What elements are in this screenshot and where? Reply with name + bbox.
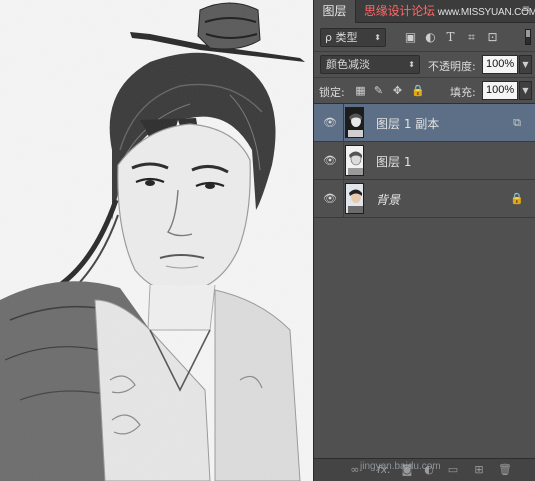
- panel-tab-bar: 图层 思缘设计论坛 www.MISSYUAN.COM ≡: [314, 0, 535, 23]
- layer-row-background[interactable]: 👁 背景 🔒: [314, 180, 535, 218]
- layers-panel: 图层 思缘设计论坛 www.MISSYUAN.COM ≡ ρ 类型 ⬍ ▣ ◐ …: [313, 0, 535, 481]
- lock-icon: 🔒: [510, 192, 524, 205]
- blend-mode-select[interactable]: 颜色减淡 ⬍: [320, 55, 420, 74]
- lock-position-icon[interactable]: ✥: [391, 84, 404, 97]
- filter-toggle-switch[interactable]: [525, 29, 531, 45]
- eye-icon[interactable]: 👁: [323, 116, 337, 130]
- layer-row-layer1[interactable]: 👁 图层 1: [314, 142, 535, 180]
- layer-thumbnail: [345, 107, 364, 138]
- eye-icon[interactable]: 👁: [323, 154, 337, 168]
- document-canvas[interactable]: [0, 0, 313, 481]
- blend-row: 颜色减淡 ⬍ 不透明度: 100% ▼: [314, 51, 535, 77]
- fill-field[interactable]: 100%: [482, 81, 518, 100]
- lock-image-pixels-icon[interactable]: ✎: [372, 84, 385, 97]
- lock-row: 锁定: ▦ ✎ ✥ 🔒 填充: 100% ▼: [314, 77, 535, 103]
- shape-filter-icon[interactable]: ⌗: [465, 31, 478, 44]
- opacity-field[interactable]: 100%: [482, 55, 518, 74]
- opacity-label: 不透明度:: [428, 60, 476, 73]
- lock-all-icon[interactable]: 🔒: [411, 84, 425, 97]
- filter-kind-select[interactable]: ρ 类型 ⬍: [320, 28, 386, 47]
- opacity-dropdown-icon[interactable]: ▼: [519, 55, 532, 74]
- divider: [343, 104, 344, 142]
- new-group-icon[interactable]: ▭: [446, 463, 460, 477]
- fill-dropdown-icon[interactable]: ▼: [519, 81, 532, 100]
- image-filter-icon[interactable]: ▣: [404, 31, 417, 44]
- updown-chevron-icon: ⬍: [408, 60, 415, 69]
- layer-filter-row: ρ 类型 ⬍ ▣ ◐ T ⌗ ⊡: [314, 23, 535, 51]
- blend-mode-value: 颜色减淡: [326, 58, 370, 71]
- adjustment-filter-icon[interactable]: ◐: [424, 31, 437, 44]
- layers-bottom-bar: ∞ fx. ◙ ◐ ▭ ⊞ 🗑 jingyan.baidu.com: [314, 458, 535, 481]
- updown-chevron-icon: ⬍: [374, 33, 381, 42]
- new-layer-icon[interactable]: ⊞: [472, 463, 486, 477]
- filter-kind-value: ρ 类型: [325, 31, 358, 44]
- smart-object-filter-icon[interactable]: ⊡: [486, 31, 499, 44]
- tab-layers[interactable]: 图层: [314, 0, 356, 23]
- layer-name[interactable]: 图层 1: [376, 153, 411, 170]
- type-filter-icon[interactable]: T: [444, 31, 457, 44]
- panel-menu-icon[interactable]: ≡: [519, 3, 533, 17]
- layer-row-copy[interactable]: 👁 图层 1 副本 ⧉: [314, 104, 535, 142]
- lock-transparent-pixels-icon[interactable]: ▦: [354, 84, 367, 97]
- delete-layer-icon[interactable]: 🗑: [498, 463, 512, 477]
- eye-icon[interactable]: 👁: [323, 192, 337, 206]
- watermark-cn: 思缘设计论坛: [364, 4, 435, 18]
- layer-name[interactable]: 图层 1 副本: [376, 115, 439, 132]
- fill-label: 填充:: [450, 86, 476, 99]
- layer-thumbnail: [345, 183, 364, 214]
- bottom-watermark: jingyan.baidu.com: [360, 461, 441, 472]
- divider: [343, 180, 344, 218]
- watermark: 思缘设计论坛 www.MISSYUAN.COM: [364, 4, 535, 20]
- layer-thumbnail: [345, 145, 364, 176]
- lock-label: 锁定:: [319, 86, 345, 99]
- layer-list: 👁 图层 1 副本 ⧉ 👁 图层 1 👁 背景 🔒: [314, 103, 535, 218]
- divider: [343, 142, 344, 180]
- sketch-portrait-image: [0, 0, 313, 481]
- blend-clip-icon: ⧉: [513, 116, 521, 129]
- layer-name[interactable]: 背景: [376, 191, 400, 208]
